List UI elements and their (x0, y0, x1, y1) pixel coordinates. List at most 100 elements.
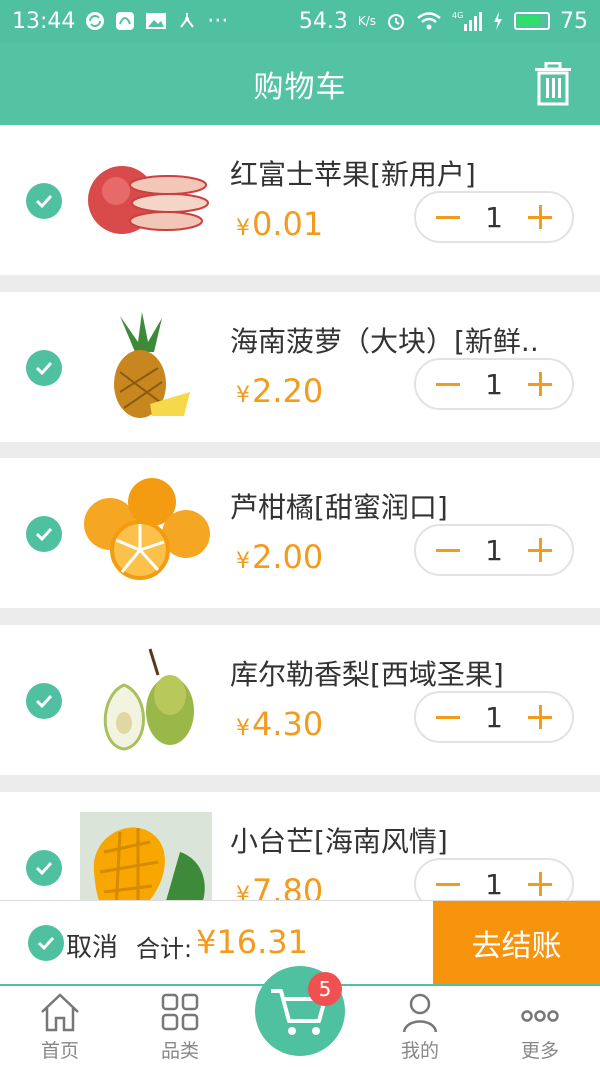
grid-icon (161, 993, 199, 1031)
currency-symbol: ¥ (236, 216, 250, 241)
product-image[interactable] (80, 645, 212, 755)
cellular-signal-icon: 4G (452, 10, 482, 32)
check-icon (35, 194, 53, 209)
product-name[interactable]: 红富士苹果[新用户] (230, 153, 570, 193)
page-title: 购物车 (253, 69, 347, 105)
check-icon (37, 936, 55, 951)
product-name[interactable]: 库尔勒香梨[西域圣果] (230, 653, 570, 693)
product-image[interactable] (80, 812, 212, 900)
item-checkbox[interactable] (26, 516, 62, 552)
product-image[interactable] (80, 312, 212, 422)
total-amount: ¥16.31 (196, 923, 308, 961)
quantity-stepper: 1 (414, 691, 574, 743)
tab-label: 首页 (40, 1040, 79, 1062)
quantity-value: 1 (485, 367, 503, 401)
product-price: ¥2.20 (236, 372, 323, 410)
status-time: 13:44 (12, 8, 76, 34)
price-amount: 2.00 (252, 538, 324, 576)
alarm-icon (386, 11, 406, 31)
cart-item: 库尔勒香梨[西域圣果] ¥4.30 1 (0, 625, 600, 775)
cancel-select-all[interactable]: 取消 (66, 927, 118, 964)
check-icon (35, 527, 53, 542)
cart-item: 芦柑橘[甜蜜润口] ¥2.00 1 (0, 458, 600, 608)
net-speed: 54.3 (298, 8, 348, 34)
item-checkbox[interactable] (26, 683, 62, 719)
currency-symbol: ¥ (236, 883, 250, 900)
quantity-value: 1 (485, 200, 503, 234)
status-bar: 13:44 ··· 54.3 K/s 4G 75 (0, 0, 600, 42)
currency-symbol: ¥ (236, 383, 250, 408)
check-icon (35, 361, 53, 376)
quantity-value: 1 (485, 533, 503, 567)
item-checkbox[interactable] (26, 350, 62, 386)
decrease-button[interactable] (434, 870, 462, 898)
select-all-checkbox[interactable] (28, 925, 64, 961)
signal-label: 4G (452, 11, 463, 20)
price-amount: 7.80 (252, 872, 324, 900)
product-price: ¥7.80 (236, 872, 323, 900)
cart-item: 海南菠萝（大块）[新鲜.. ¥2.20 1 (0, 292, 600, 442)
tab-categories[interactable]: 品类 (120, 986, 240, 1067)
check-icon (35, 861, 53, 876)
more-icon (521, 1010, 559, 1022)
decrease-button[interactable] (434, 703, 462, 731)
quantity-stepper: 1 (414, 524, 574, 576)
checkout-button[interactable]: 去结账 (433, 901, 600, 985)
cart-item-list[interactable]: 红富士苹果[新用户] ¥0.01 1 海南菠萝（大块）[新鲜.. ¥2.20 1… (0, 125, 600, 900)
cart-item: 小台芒[海南风情] ¥7.80 1 (0, 792, 600, 900)
quantity-stepper: 1 (414, 858, 574, 900)
charging-icon (492, 11, 504, 31)
tab-home[interactable]: 首页 (0, 986, 120, 1067)
decrease-button[interactable] (434, 203, 462, 231)
tab-label: 我的 (400, 1040, 439, 1062)
currency-symbol: ¥ (236, 716, 250, 741)
price-amount: 2.20 (252, 372, 324, 410)
battery-icon (514, 12, 550, 30)
net-speed-unit: K/s (357, 14, 376, 28)
check-icon (35, 694, 53, 709)
tab-more[interactable]: 更多 (480, 986, 600, 1067)
app-notification-icon (115, 11, 135, 31)
more-notifications-icon: ··· (207, 8, 229, 34)
product-name[interactable]: 海南菠萝（大块）[新鲜.. (230, 320, 570, 360)
battery-percent: 75 (560, 8, 588, 34)
quantity-stepper: 1 (414, 191, 574, 243)
increase-button[interactable] (526, 203, 554, 231)
quantity-value: 1 (485, 867, 503, 901)
item-checkbox[interactable] (26, 850, 62, 886)
user-icon (402, 993, 438, 1033)
home-icon (41, 993, 79, 1032)
product-illustration (84, 478, 210, 580)
decrease-button[interactable] (434, 370, 462, 398)
trash-icon[interactable] (532, 62, 574, 106)
product-name[interactable]: 小台芒[海南风情] (230, 820, 570, 860)
decrease-button[interactable] (434, 536, 462, 564)
tab-profile[interactable]: 我的 (360, 986, 480, 1067)
quantity-stepper: 1 (414, 358, 574, 410)
price-amount: 0.01 (252, 205, 324, 243)
increase-button[interactable] (526, 370, 554, 398)
product-illustration (114, 312, 190, 418)
product-price: ¥0.01 (236, 205, 323, 243)
product-price: ¥2.00 (236, 538, 323, 576)
item-checkbox[interactable] (26, 183, 62, 219)
tab-label: 更多 (520, 1040, 559, 1062)
product-illustration (80, 812, 212, 900)
currency-symbol: ¥ (236, 549, 250, 574)
increase-button[interactable] (526, 536, 554, 564)
total-label: 合计: (136, 935, 193, 963)
cart-count-badge: 5 (308, 972, 342, 1006)
quantity-value: 1 (485, 700, 503, 734)
tab-label: 品类 (160, 1040, 199, 1062)
product-image[interactable] (80, 145, 212, 255)
product-name[interactable]: 芦柑橘[甜蜜润口] (230, 486, 570, 526)
cart-item: 红富士苹果[新用户] ¥0.01 1 (0, 125, 600, 275)
usb-icon (177, 11, 197, 31)
product-image[interactable] (80, 478, 212, 588)
increase-button[interactable] (526, 870, 554, 898)
price-amount: 4.30 (252, 705, 324, 743)
product-price: ¥4.30 (236, 705, 323, 743)
header-bar: 购物车 (0, 42, 600, 125)
increase-button[interactable] (526, 703, 554, 731)
sync-icon (85, 11, 105, 31)
